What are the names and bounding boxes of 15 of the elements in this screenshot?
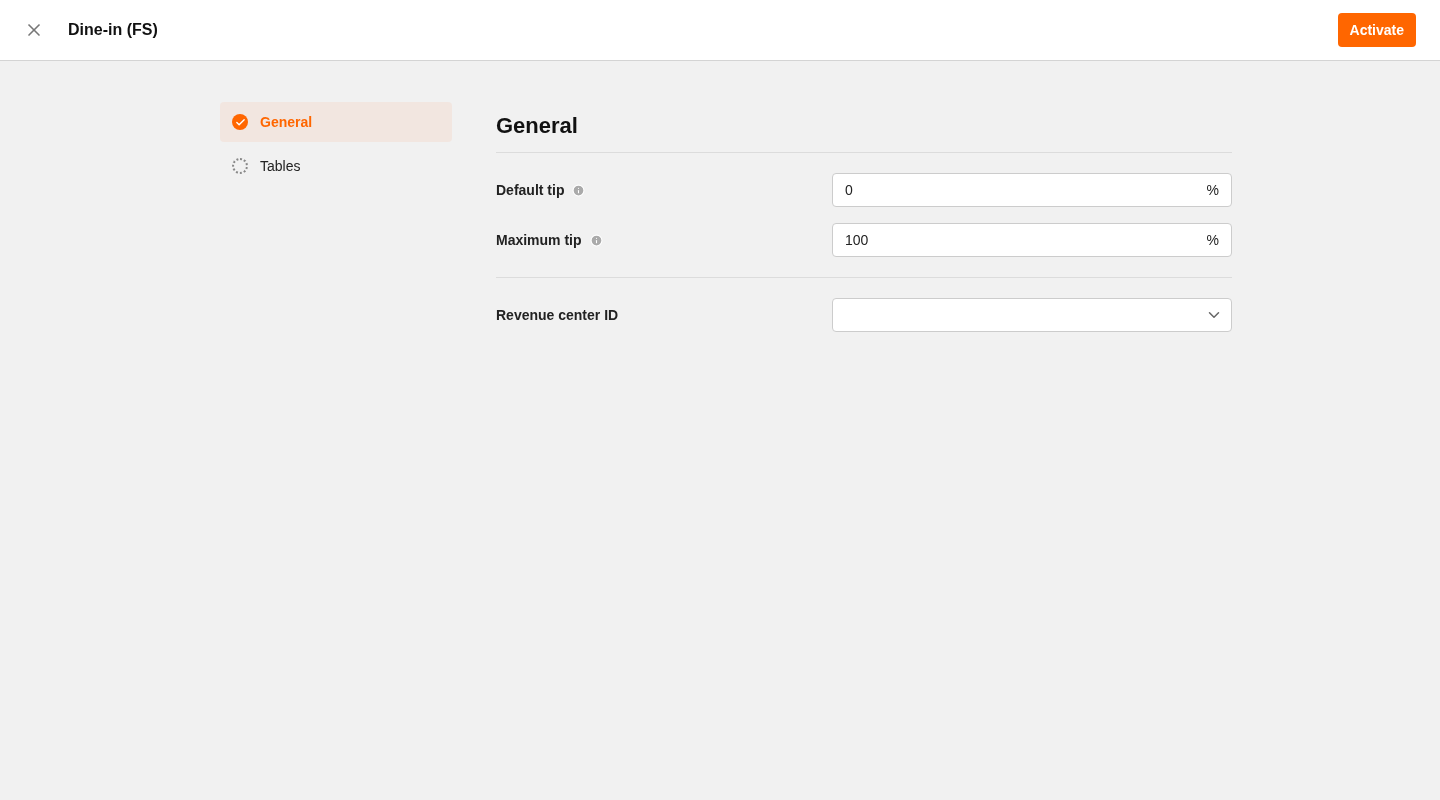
section-heading: General: [496, 112, 579, 140]
percent-suffix: %: [1206, 181, 1219, 200]
info-icon[interactable]: [589, 233, 603, 247]
field-label: Maximum tip: [496, 231, 582, 250]
field-label: Default tip: [496, 181, 565, 200]
nav-item[interactable]: Tables: [220, 146, 452, 186]
number-input-field[interactable]: 100 %: [832, 223, 1232, 257]
field-value: 0: [845, 181, 854, 200]
percent-suffix: %: [1206, 231, 1219, 250]
number-input-field[interactable]: 0 %: [832, 173, 1232, 207]
field-label: Revenue center ID: [496, 306, 619, 325]
select-dropdown[interactable]: [832, 298, 1232, 332]
field-value: 100: [845, 231, 870, 250]
info-icon[interactable]: [572, 183, 586, 197]
page-title: Dine-in (FS): [68, 20, 158, 40]
